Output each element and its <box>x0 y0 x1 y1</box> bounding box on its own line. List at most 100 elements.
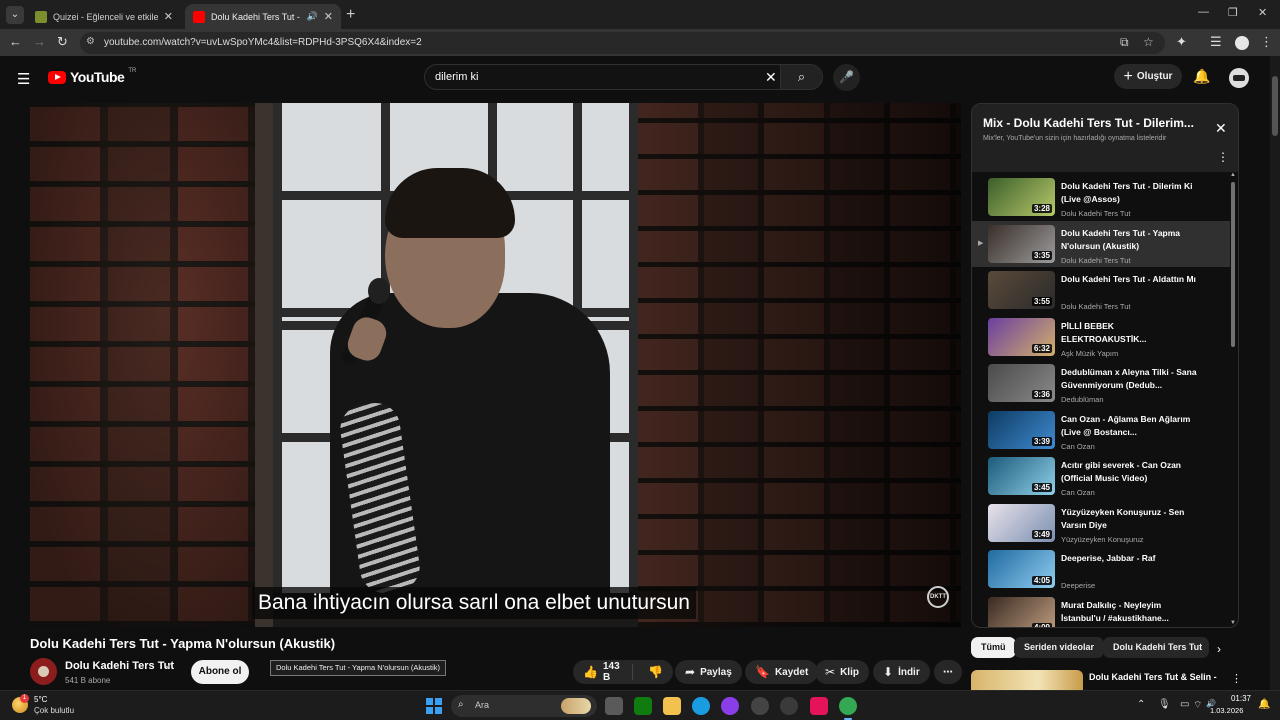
wifi-icon[interactable]: ⌔ <box>1193 699 1202 712</box>
bookmark-star-icon[interactable]: ☆ <box>1143 35 1154 49</box>
clock-date[interactable]: 1.03.2026 <box>1210 706 1243 715</box>
guide-menu-icon[interactable]: ☰ <box>17 70 30 88</box>
download-button[interactable]: ⬇ İndir <box>873 660 930 684</box>
mix-item-title[interactable]: Dedublüman x Aleyna Tilki - Sana Güvenmi… <box>1061 366 1201 392</box>
app-gear-icon[interactable] <box>780 697 798 715</box>
mix-list-item[interactable]: 3:55 Dolu Kadehi Ters Tut - Aldattın Mı Do… <box>972 267 1230 313</box>
mix-item-thumbnail[interactable]: 3:39 <box>988 410 1055 449</box>
mix-scrollbar[interactable]: ▲ ▼ <box>1229 172 1237 627</box>
clear-search-icon[interactable]: ✕ <box>765 69 777 86</box>
mix-item-title[interactable]: Yüzyüzeyken Konuşuruz - Sen Varsın Diye <box>1061 506 1201 532</box>
more-actions-button[interactable]: ⋯ <box>934 660 962 684</box>
explorer-icon[interactable] <box>663 697 681 715</box>
page-scrollbar[interactable] <box>1270 56 1280 690</box>
chip-channel[interactable]: Dolu Kadehi Ters Tut <box>1103 637 1209 658</box>
reload-icon[interactable]: ↻ <box>57 34 68 50</box>
install-app-icon[interactable]: ⧉ <box>1120 35 1129 50</box>
mix-title[interactable]: Mix - Dolu Kadehi Ters Tut - Dilerim... <box>983 116 1203 130</box>
mix-list-item[interactable]: 3:39 Can Ozan - Ağlama Ben Ağlarım (Live … <box>972 407 1230 453</box>
mix-item-title[interactable]: PİLLİ BEBEK ELEKTROAKUSTİK... <box>1061 320 1201 346</box>
search-input[interactable]: dilerim ki <box>435 71 478 83</box>
mix-scrollbar-thumb[interactable] <box>1231 182 1235 347</box>
mix-item-title[interactable]: Deeperise, Jabbar - Raf <box>1061 552 1201 565</box>
mix-item-title[interactable]: Can Ozan - Ağlama Ben Ağlarım (Live @ Bo… <box>1061 413 1201 439</box>
speaker-icon[interactable]: 🔊 <box>307 11 318 22</box>
mix-item-title[interactable]: Dolu Kadehi Ters Tut - Aldattın Mı <box>1061 273 1201 286</box>
mix-list-item[interactable]: 3:36 Dedublüman x Aleyna Tilki - Sana Güv… <box>972 360 1230 406</box>
weather-condition[interactable]: Çok bulutlu <box>34 706 74 715</box>
save-button[interactable]: 🔖 Kaydet <box>745 660 819 684</box>
scroll-up-icon[interactable]: ▲ <box>1230 172 1236 178</box>
chevron-right-icon[interactable]: › <box>1217 642 1221 656</box>
more-vert-icon[interactable]: ⋮ <box>1231 672 1242 685</box>
browser-menu-icon[interactable]: ⋮ <box>1260 34 1273 50</box>
browser-tab-quizei[interactable]: Quizei - Eğlenceli ve etkileşimli ✕ <box>27 4 181 29</box>
new-tab-button[interactable]: + <box>346 6 355 24</box>
mix-item-thumbnail[interactable]: 3:35 <box>988 224 1055 263</box>
notification-icon[interactable]: 🔔 <box>1258 699 1270 710</box>
site-info-icon[interactable]: ⚙ <box>86 36 95 47</box>
app-purple-icon[interactable] <box>721 697 739 715</box>
close-icon[interactable]: ✕ <box>1215 120 1227 137</box>
channel-avatar[interactable] <box>30 658 57 685</box>
address-bar[interactable]: ⚙ youtube.com/watch?v=uvLwSpoYMc4&list=R… <box>80 32 1165 54</box>
file-manager-icon[interactable] <box>605 697 623 715</box>
share-button[interactable]: ➦ Paylaş <box>675 660 742 684</box>
sidebar-icon[interactable]: ☰ <box>1210 34 1222 50</box>
channel-name[interactable]: Dolu Kadehi Ters Tut <box>65 660 174 672</box>
mix-item-thumbnail[interactable]: 4:09 <box>988 596 1055 627</box>
youtube-logo[interactable]: YouTube TR <box>48 68 136 85</box>
mix-list-item[interactable]: 6:32 PİLLİ BEBEK ELEKTROAKUSTİK... Aşk Müz… <box>972 314 1230 360</box>
mix-item-thumbnail[interactable]: 3:55 <box>988 271 1055 309</box>
tray-chevron-icon[interactable]: ⌃ <box>1137 699 1145 710</box>
mix-list-item[interactable]: 3:28 Dolu Kadehi Ters Tut - Dilerim Ki (L… <box>972 174 1230 220</box>
clip-button[interactable]: ✂ Klip <box>815 660 869 684</box>
chip-all[interactable]: Tümü <box>971 637 1016 658</box>
windows-start-icon[interactable] <box>426 698 442 714</box>
mix-list-item[interactable]: 4:05 Deeperise, Jabbar - Raf Deeperise <box>972 546 1230 592</box>
clock-time[interactable]: 01:37 <box>1229 694 1251 703</box>
subscribe-button[interactable]: Abone ol <box>191 660 249 684</box>
mix-item-thumbnail[interactable]: 3:28 <box>988 178 1055 216</box>
mix-item-thumbnail[interactable]: 3:45 <box>988 457 1055 495</box>
close-tab-icon[interactable]: ✕ <box>164 10 173 23</box>
taskbar-search[interactable]: ⌕ Ara <box>451 695 597 717</box>
mix-item-thumbnail[interactable]: 4:05 <box>988 550 1055 588</box>
scrollbar-thumb[interactable] <box>1272 76 1278 136</box>
notifications-icon[interactable]: 🔔 <box>1193 68 1210 85</box>
forward-icon[interactable]: → <box>33 34 46 49</box>
browser-tab-youtube[interactable]: Dolu Kadehi Ters Tut - Yapma 🔊 ✕ <box>185 4 341 29</box>
scroll-down-icon[interactable]: ▼ <box>1230 620 1236 626</box>
profile-avatar[interactable] <box>1235 36 1249 50</box>
more-vert-icon[interactable]: ⋮ <box>1217 150 1229 164</box>
window-close-icon[interactable]: ✕ <box>1258 6 1267 19</box>
channel-watermark[interactable]: DKTT <box>927 586 949 608</box>
search-button[interactable]: ⌕ <box>780 65 822 89</box>
mix-item-thumbnail[interactable]: 6:32 <box>988 317 1055 356</box>
mix-item-thumbnail[interactable]: 3:49 <box>988 503 1055 542</box>
xbox-icon[interactable] <box>634 697 652 715</box>
recommendation-thumbnail[interactable] <box>971 670 1083 690</box>
chrome-icon[interactable] <box>839 697 857 720</box>
back-icon[interactable]: ← <box>9 34 22 49</box>
maximize-icon[interactable]: ❐ <box>1228 6 1238 19</box>
voice-search-icon[interactable]: 🎤 <box>833 64 860 91</box>
like-button[interactable]: 👍 143 B <box>573 661 634 683</box>
create-button[interactable]: + Oluştur <box>1114 64 1182 89</box>
mic-tray-icon[interactable]: 🎙 <box>1158 699 1171 710</box>
url-text[interactable]: youtube.com/watch?v=uvLwSpoYMc4&list=RDP… <box>104 37 422 48</box>
chip-series[interactable]: Seriden videolar <box>1014 637 1105 658</box>
mix-list-item[interactable]: 3:49 Yüzyüzeyken Konuşuruz - Sen Varsın D… <box>972 500 1230 546</box>
close-tab-icon[interactable]: ✕ <box>324 10 333 23</box>
mix-item-thumbnail[interactable]: 3:36 <box>988 364 1055 402</box>
mix-item-title[interactable]: Acıtır gibi severek - Can Ozan (Official… <box>1061 459 1201 485</box>
mix-list-item[interactable]: 3:45 Acıtır gibi severek - Can Ozan (Offi… <box>972 453 1230 499</box>
app-circle-icon[interactable] <box>751 697 769 715</box>
extensions-icon[interactable]: ✦ <box>1176 34 1187 50</box>
mix-item-title[interactable]: Dolu Kadehi Ters Tut - Yapma N'olursun (… <box>1061 227 1201 253</box>
minimize-icon[interactable]: — <box>1198 6 1209 18</box>
video-player[interactable]: Bana ihtiyacın olursa sarıl ona elbet un… <box>30 103 961 627</box>
account-avatar[interactable] <box>1229 68 1249 88</box>
recommendation-title[interactable]: Dolu Kadehi Ters Tut & Selin - <box>1089 672 1219 682</box>
mix-list-item[interactable]: ▶ 3:35 Dolu Kadehi Ters Tut - Yapma N'olur… <box>972 220 1230 267</box>
